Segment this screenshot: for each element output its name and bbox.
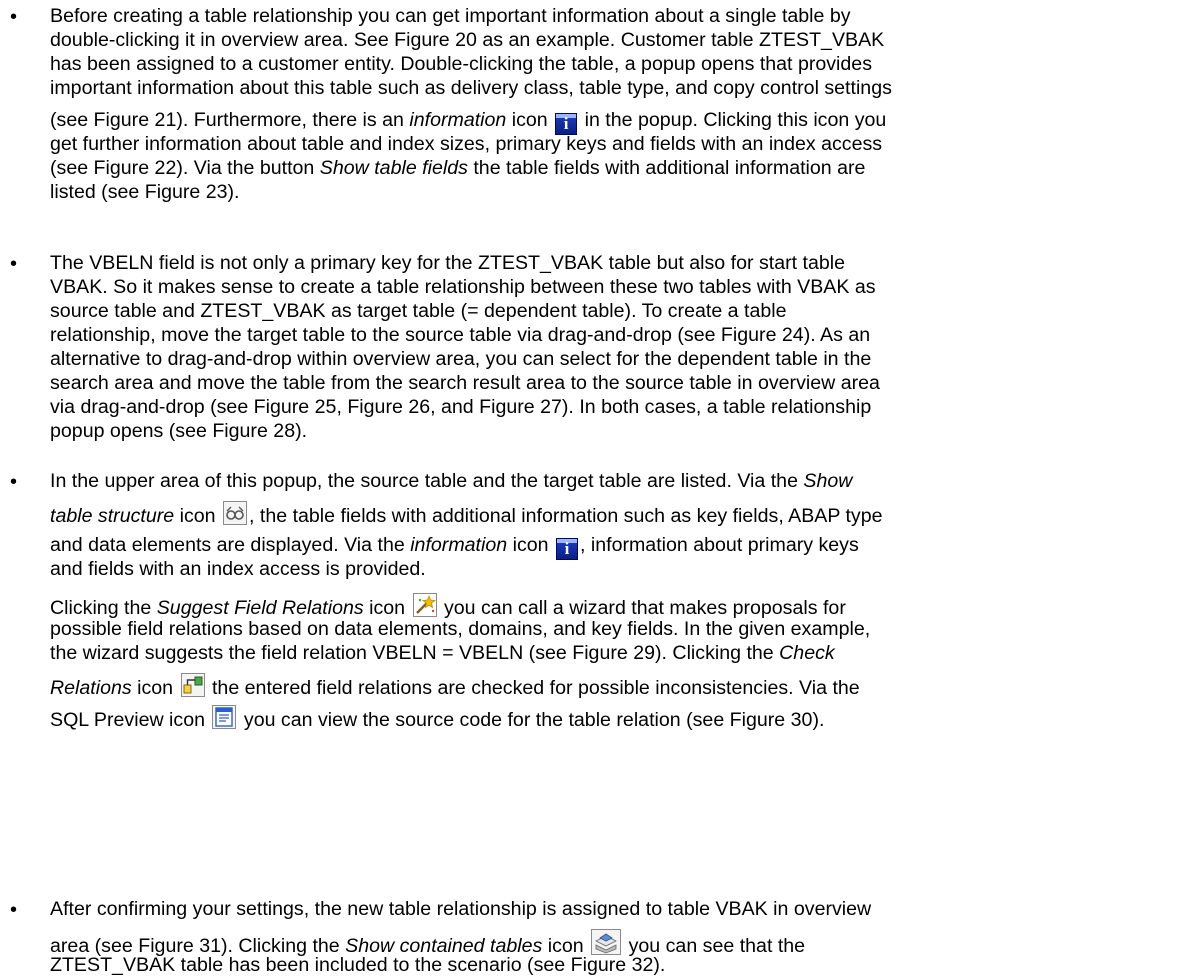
text-line: popup opens (see Figure 28). [50, 419, 307, 443]
contained-tables-icon [591, 929, 622, 955]
text-segment: , the table fields with additional infor… [249, 505, 883, 527]
document-page: • Before creating a table relationship yo… [0, 0, 1181, 980]
text-segment: the entered field relations are checked … [206, 677, 860, 699]
wand-icon [412, 593, 437, 617]
text-segment: , information about primary keys [579, 534, 859, 556]
text-segment: possible field relations based on data e… [50, 618, 871, 640]
text-segment: VBAK. So it makes sense to create a tabl… [50, 276, 876, 298]
emphasized-term: table structure [50, 505, 175, 527]
text-line: table structure icon , the table fields … [50, 501, 883, 527]
text-line: listed (see Figure 23). [50, 180, 240, 204]
text-line: VBAK. So it makes sense to create a tabl… [50, 275, 876, 299]
text-line: After confirming your settings, the new … [50, 897, 871, 921]
bullet-marker: • [10, 471, 18, 493]
emphasized-term: information [410, 534, 508, 556]
text-segment: get further information about table and … [50, 133, 883, 155]
glasses-icon [223, 501, 247, 525]
text-line: important information about this table s… [50, 76, 892, 100]
text-line: and fields with an index access is provi… [50, 557, 426, 581]
text-line: and data elements are displayed. Via the… [50, 533, 859, 560]
text-segment: in the popup. Clicking this icon you [579, 109, 887, 131]
text-line: double-clicking it in overview area. See… [50, 28, 884, 52]
text-line: alternative to drag-and-drop within over… [50, 347, 871, 371]
text-segment: listed (see Figure 23). [50, 181, 240, 203]
bullet-marker: • [10, 899, 18, 921]
emphasized-term: Show [803, 470, 853, 492]
emphasized-term: information [409, 109, 507, 131]
text-segment: icon [506, 109, 554, 131]
text-segment: ZTEST_VBAK table has been included to th… [50, 954, 666, 976]
emphasized-term: Check [779, 642, 835, 664]
text-segment: In the upper area of this popup, the sou… [50, 470, 804, 492]
text-segment: you can call a wizard that makes proposa… [438, 597, 846, 619]
text-line: via drag-and-drop (see Figure 25, Figure… [50, 395, 871, 419]
text-line: the wizard suggests the field relation V… [50, 641, 835, 665]
bullet-marker: • [10, 253, 18, 275]
text-segment: double-clicking it in overview area. See… [50, 29, 885, 51]
check-relations-icon [180, 673, 205, 697]
text-segment: alternative to drag-and-drop within over… [50, 348, 872, 370]
emphasized-term: Suggest Field Relations [156, 597, 364, 619]
text-line: has been assigned to a customer entity. … [50, 52, 872, 76]
bullet-marker: • [10, 6, 18, 28]
text-segment: source table and ZTEST_VBAK as target ta… [50, 300, 787, 322]
sql-preview-icon [212, 705, 237, 729]
text-line: Before creating a table relationship you… [50, 4, 851, 28]
text-line: relationship, move the target table to t… [50, 323, 870, 347]
text-line: get further information about table and … [50, 132, 882, 156]
text-line: possible field relations based on data e… [50, 617, 870, 641]
text-segment: Before creating a table relationship you… [50, 5, 851, 27]
info-icon: i [555, 538, 578, 560]
text-segment: search area and move the table from the … [50, 372, 880, 394]
text-line: The VBELN field is not only a primary ke… [50, 251, 845, 275]
text-segment: via drag-and-drop (see Figure 25, Figure… [50, 396, 872, 418]
text-segment: Clicking the [50, 597, 157, 619]
text-segment: icon [131, 677, 179, 699]
text-line: ZTEST_VBAK table has been included to th… [50, 953, 665, 977]
text-line: (see Figure 22). Via the button Show tab… [50, 156, 865, 180]
text-segment: After confirming your settings, the new … [50, 898, 872, 920]
text-segment: the table fields with additional informa… [467, 157, 866, 179]
text-line: SQL Preview icon you can view the source… [50, 705, 825, 731]
text-line: search area and move the table from the … [50, 371, 880, 395]
text-line: Relations icon the entered field relatio… [50, 673, 860, 699]
text-segment: icon [507, 534, 554, 556]
text-segment: and data elements are displayed. Via the [50, 534, 411, 556]
emphasized-term: Relations [50, 677, 132, 699]
text-segment: has been assigned to a customer entity. … [50, 53, 872, 75]
text-segment: popup opens (see Figure 28). [50, 420, 308, 442]
text-line: In the upper area of this popup, the sou… [50, 469, 852, 493]
text-segment: icon [363, 597, 411, 619]
text-segment: icon [174, 505, 221, 527]
text-segment: The VBELN field is not only a primary ke… [50, 252, 845, 274]
text-segment: the wizard suggests the field relation V… [50, 642, 780, 664]
text-line: (see Figure 21). Furthermore, there is a… [50, 108, 887, 135]
text-segment: you can view the source code for the tab… [238, 709, 825, 731]
text-segment: SQL Preview icon [50, 709, 211, 731]
text-segment: (see Figure 21). Furthermore, there is a… [50, 109, 410, 131]
text-segment: relationship, move the target table to t… [50, 324, 871, 346]
text-segment: and fields with an index access is provi… [50, 558, 426, 580]
emphasized-term: Show table fields [319, 157, 468, 179]
text-segment: (see Figure 22). Via the button [50, 157, 320, 179]
text-line: source table and ZTEST_VBAK as target ta… [50, 299, 787, 323]
text-line: area (see Figure 31). Clicking the Show … [50, 929, 805, 957]
text-segment: important information about this table s… [50, 77, 892, 99]
text-line: Clicking the Suggest Field Relations ico… [50, 593, 846, 619]
